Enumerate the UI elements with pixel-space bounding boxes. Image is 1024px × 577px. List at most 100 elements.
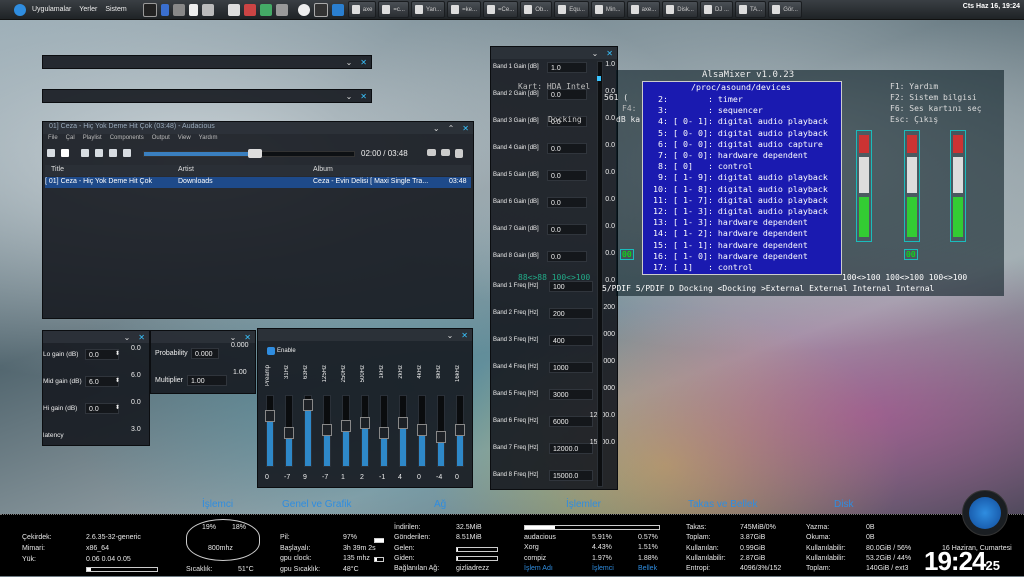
eq-slider-knob[interactable]	[455, 423, 465, 436]
tone-field[interactable]: 0.0	[85, 349, 119, 360]
eq-slider-knob[interactable]	[360, 416, 370, 429]
eq-slider-knob[interactable]	[284, 427, 294, 440]
eq-slider[interactable]	[436, 395, 446, 467]
band-gain-field[interactable]: 0.0	[547, 251, 587, 262]
pause-icon[interactable]	[81, 149, 89, 157]
panel-clock[interactable]: Cts Haz 16, 19:24	[963, 3, 1020, 10]
mail-icon[interactable]	[227, 3, 240, 16]
device-row[interactable]: 5: [ 0- 0]: digital audio playback	[653, 128, 828, 138]
menu-playlist[interactable]: Playlist	[83, 135, 102, 141]
task-button[interactable]: axe...	[626, 1, 661, 18]
task-button[interactable]: Yan...	[410, 1, 446, 18]
eq-slider[interactable]	[417, 395, 427, 467]
volume-icon[interactable]	[455, 149, 463, 158]
band-gain-field[interactable]: 0.0	[547, 143, 587, 154]
next-icon[interactable]	[123, 149, 131, 157]
seek-bar[interactable]	[143, 149, 355, 158]
chevron-down-icon[interactable]: ⌄	[230, 333, 237, 342]
eq-slider-knob[interactable]	[436, 430, 446, 443]
device-row[interactable]: 6: [ 0- 0]: digital audio capture	[653, 139, 823, 149]
menu-output[interactable]: Output	[152, 135, 170, 141]
band-gain-field[interactable]: 0.0	[547, 170, 587, 181]
menu-system[interactable]: Sistem	[101, 6, 130, 13]
device-row[interactable]: 10: [ 1- 8]: digital audio playback	[653, 184, 828, 194]
col-album[interactable]: Album	[313, 166, 333, 173]
eq-slider[interactable]	[284, 395, 294, 467]
task-button[interactable]: DJ ...	[699, 1, 733, 18]
band-gain-field[interactable]: 0.0	[547, 197, 587, 208]
task-button[interactable]: =c...	[378, 1, 409, 18]
band-freq-field[interactable]: 15000.0	[549, 470, 593, 481]
network-icon[interactable]	[172, 3, 185, 16]
band-freq-field[interactable]: 200	[549, 308, 593, 319]
open-icon[interactable]	[47, 149, 55, 157]
menu-components[interactable]: Components	[110, 135, 144, 141]
close-icon[interactable]: ✕	[461, 331, 468, 340]
bluetooth-icon[interactable]	[160, 3, 169, 16]
menu-places[interactable]: Yerler	[75, 6, 101, 13]
previous-icon[interactable]	[109, 149, 117, 157]
folder-icon[interactable]	[259, 3, 272, 16]
task-button[interactable]: Equ...	[554, 1, 589, 18]
eq-slider[interactable]	[360, 395, 370, 467]
eq-slider-knob[interactable]	[322, 423, 332, 436]
eq-slider[interactable]	[398, 395, 408, 467]
device-row[interactable]: 12: [ 1- 3]: digital audio playback	[653, 206, 828, 216]
device-row[interactable]: 7: [ 0- 0]: hardware dependent	[653, 150, 808, 160]
eq-slider-knob[interactable]	[265, 409, 275, 422]
close-icon[interactable]: ✕	[606, 49, 613, 58]
playlist-row[interactable]: [ 01] Ceza - Hiç Yok Deme Hit Çok Downlo…	[45, 177, 471, 188]
ubuntu-logo-icon[interactable]	[14, 3, 26, 16]
col-artist[interactable]: Artist	[178, 166, 194, 173]
chevron-down-icon[interactable]: ⌄	[346, 92, 353, 101]
eq-slider[interactable]	[303, 395, 313, 467]
eq-slider[interactable]	[322, 395, 332, 467]
task-button[interactable]: Min...	[590, 1, 625, 18]
device-row[interactable]: 15: [ 1- 1]: hardware dependent	[653, 240, 808, 250]
task-button[interactable]: Ob...	[520, 1, 553, 18]
band-freq-field[interactable]: 1000	[549, 362, 593, 373]
shuffle-icon[interactable]	[441, 149, 450, 156]
eq-slider[interactable]	[341, 395, 351, 467]
eq-slider-knob[interactable]	[303, 399, 313, 412]
eq-slider-knob[interactable]	[379, 427, 389, 440]
device-row[interactable]: 9: [ 1- 9]: digital audio playback	[653, 172, 828, 182]
eq-slider-knob[interactable]	[341, 420, 351, 433]
trash-icon[interactable]	[275, 3, 288, 16]
amazon-icon[interactable]	[297, 3, 310, 16]
menu-file[interactable]: File	[48, 135, 58, 141]
chevron-down-icon[interactable]: ⌄	[447, 331, 454, 340]
camera-icon[interactable]	[201, 3, 214, 16]
title-bar[interactable]	[258, 329, 472, 341]
monitor-icon[interactable]	[313, 2, 328, 17]
enable-checkbox[interactable]	[267, 347, 275, 355]
chevron-down-icon[interactable]: ⌄	[433, 124, 440, 133]
band-freq-field[interactable]: 6000	[549, 416, 593, 427]
close-icon[interactable]: ✕	[244, 333, 251, 342]
close-icon[interactable]: ✕	[360, 58, 367, 67]
band-freq-field[interactable]: 400	[549, 335, 593, 346]
eq-slider[interactable]	[265, 395, 275, 467]
chevron-down-icon[interactable]: ⌄	[124, 333, 131, 342]
close-icon[interactable]: ✕	[138, 333, 145, 342]
multiplier-field[interactable]: 1.00	[187, 375, 227, 386]
tone-field[interactable]: 0.0	[85, 403, 119, 414]
task-button[interactable]: Disk...	[662, 1, 698, 18]
spin-arrows[interactable]: ⬍	[115, 404, 120, 411]
device-row[interactable]: 14: [ 1- 2]: hardware dependent	[653, 228, 808, 238]
terminal-icon[interactable]	[142, 2, 157, 17]
task-button[interactable]: Gör...	[768, 1, 802, 18]
eq-slider-knob[interactable]	[398, 416, 408, 429]
close-icon[interactable]: ✕	[360, 92, 367, 101]
device-row[interactable]: 16: [ 1- 0]: hardware dependent	[653, 251, 808, 261]
menu-help[interactable]: Yardım	[199, 135, 218, 141]
volume-meter[interactable]	[856, 130, 872, 242]
menu-applications[interactable]: Uygulamalar	[28, 6, 75, 13]
menu-play[interactable]: Çal	[66, 135, 75, 141]
device-row[interactable]: 11: [ 1- 7]: digital audio playback	[653, 195, 828, 205]
task-button[interactable]: =ke...	[447, 1, 482, 18]
band-gain-field[interactable]: 0.0	[547, 224, 587, 235]
tone-field[interactable]: 6.0	[85, 376, 119, 387]
close-icon[interactable]: ✕	[462, 124, 469, 133]
chevron-down-icon[interactable]: ⌄	[592, 49, 599, 58]
